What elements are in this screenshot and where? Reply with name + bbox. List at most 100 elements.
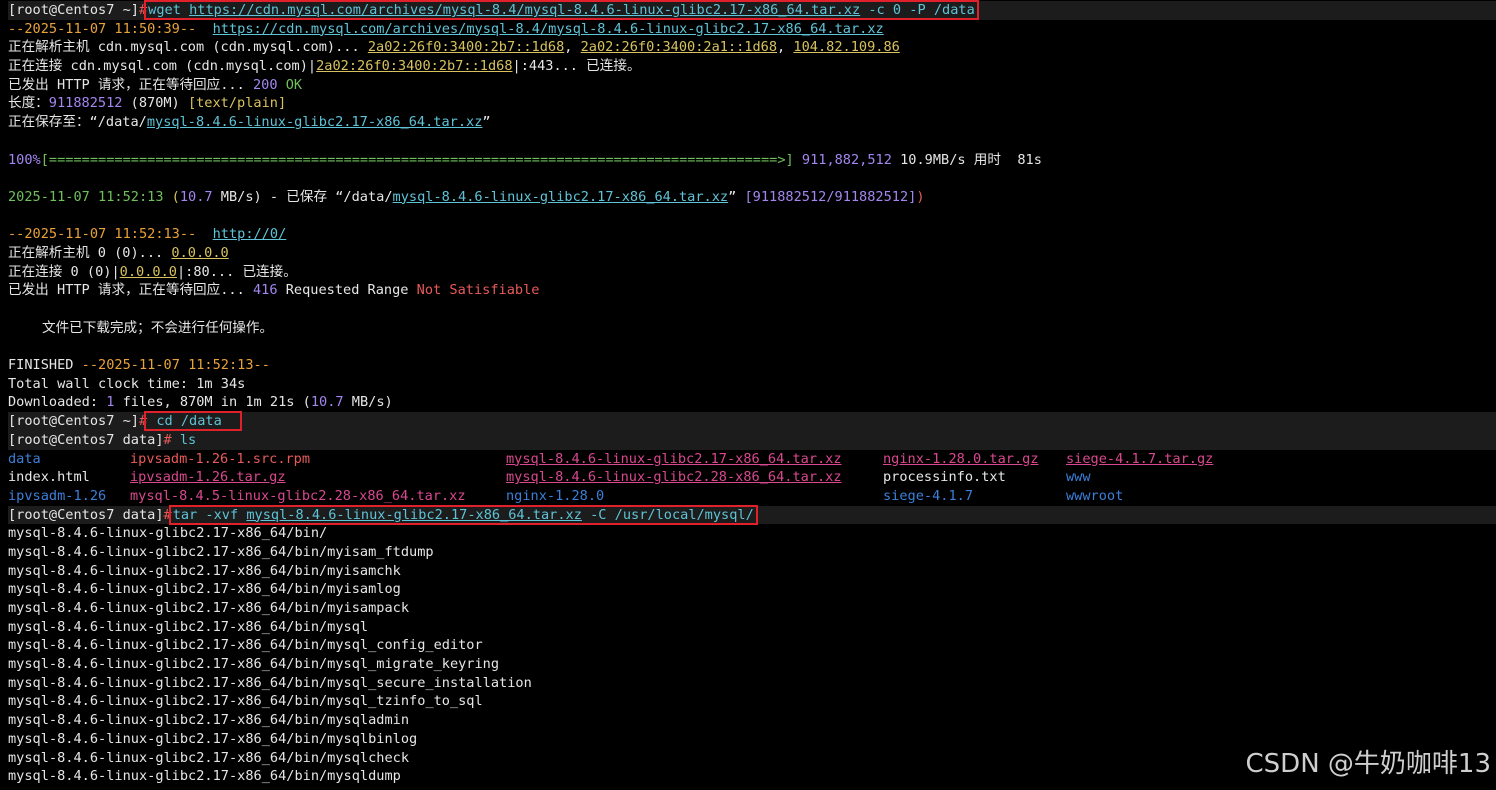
already-downloaded-text: 文件已下载完成；不会进行任何操作。 [42, 319, 274, 336]
ip-address[interactable]: 0.0.0.0 [171, 245, 228, 261]
tar-output-line: mysql-8.4.6-linux-glibc2.17-x86_64/bin/m… [8, 674, 532, 691]
rate-unit: MB/s) [343, 394, 393, 411]
quote: ” [482, 114, 491, 131]
archive-entry[interactable]: nginx-1.28.0.tar.gz [883, 450, 1066, 469]
port-text: |:443 [512, 58, 554, 75]
separator: , [777, 39, 794, 56]
terminal-output[interactable]: [root@Centos7 ~] # wget https://cdn.mysql.… [8, 0, 1496, 786]
tar-output-line: mysql-8.4.6-linux-glibc2.17-x86_64/bin/m… [8, 618, 369, 635]
ip-address[interactable]: 2a02:26f0:3400:2b7::1d68 [368, 39, 564, 55]
file-entry[interactable]: processinfo.txt [883, 468, 1066, 487]
archive-entry[interactable]: mysql-8.4.6-linux-glibc2.28-x86_64.tar.x… [506, 468, 883, 487]
ip-address[interactable]: 104.82.109.86 [793, 39, 899, 55]
resolve-text: 正在解析主机 0 (0)... [8, 244, 172, 261]
wget-command: wget [148, 2, 181, 18]
file-entry[interactable]: index.html [8, 468, 130, 487]
timestamp: --2025-11-07 11:52:13-- [81, 357, 270, 374]
ip-address[interactable]: 0.0.0.0 [120, 264, 177, 280]
separator: , [564, 39, 581, 56]
tar-output-line: mysql-8.4.6-linux-glibc2.17-x86_64/bin/m… [8, 581, 401, 598]
downloaded-label: Downloaded: [8, 394, 107, 411]
save-label: 正在保存至：“/data/ [8, 114, 147, 131]
content-type: [text/plain] [187, 95, 287, 112]
directory-entry[interactable]: nginx-1.28.0 [506, 487, 883, 506]
status-error: Not Satisfiable [416, 282, 540, 299]
directory-entry[interactable]: siege-4.1.7 [883, 487, 1066, 506]
archive-entry[interactable]: siege-4.1.7.tar.gz [1066, 450, 1236, 469]
ip-address[interactable]: 2a02:26f0:3400:2b7::1d68 [316, 58, 512, 74]
directory-entry[interactable]: wwwroot [1066, 487, 1236, 506]
paren: ) [916, 188, 925, 205]
downloaded-text: files, 870M in 1m 21s ( [114, 394, 311, 411]
file-link[interactable]: mysql-8.4.6-linux-glibc2.17-x86_64.tar.x… [147, 114, 483, 130]
paren: ( [163, 188, 180, 205]
tar-output-line: mysql-8.4.6-linux-glibc2.17-x86_64/bin/m… [8, 543, 434, 560]
status-code: 416 [252, 282, 278, 299]
quote: ” [728, 188, 745, 205]
length-value: 911882512 [48, 95, 123, 112]
finished-line: FINISHED --2025-11-07 11:52:13-- [8, 356, 1496, 375]
directory-entry[interactable]: www [1066, 468, 1236, 487]
connect-text: 正在连接 cdn.mysql.com (cdn.mysql.com)| [8, 58, 317, 75]
timestamp: --2025-11-07 11:52:13-- [8, 226, 197, 243]
output-line: 已发出 HTTP 请求，正在等待回应... 200 OK [8, 76, 1496, 95]
output-line: --2025-11-07 11:50:39-- https://cdn.mysq… [8, 20, 1496, 39]
tar-output-line: mysql-8.4.6-linux-glibc2.17-x86_64/bin/m… [8, 600, 410, 616]
prompt: [root@Centos7 data] [8, 506, 164, 523]
prompt-hash: # [163, 431, 172, 448]
tar-output-line: mysql-8.4.6-linux-glibc2.17-x86_64/bin/m… [8, 693, 483, 710]
progress-time: 81s [1000, 151, 1042, 168]
csdn-watermark: CSDN @牛奶咖啡13 [1245, 749, 1491, 779]
tar-command: tar -xvf [172, 506, 247, 523]
output-line: 正在连接 cdn.mysql.com (cdn.mysql.com)|2a02:… [8, 57, 1496, 76]
output-line: 正在解析主机 cdn.mysql.com (cdn.mysql.com)... … [8, 38, 1496, 57]
ls-row: data ipvsadm-1.26-1.src.rpm mysql-8.4.6-… [8, 450, 1496, 469]
archive-entry[interactable]: mysql-8.4.6-linux-glibc2.17-x86_64.tar.x… [506, 450, 883, 469]
output-line: 正在解析主机 0 (0)... 0.0.0.0 [8, 244, 1496, 263]
timestamp: --2025-11-07 11:50:39-- [8, 20, 197, 37]
command-line-cd: [root@Centos7 ~]# cd /data [8, 411, 1496, 432]
saved-text: - 已保存 “/data/ [261, 188, 393, 205]
progress-rate: 10.9MB/s [891, 151, 974, 168]
prompt: [root@Centos7 ~] [8, 413, 139, 430]
length-label: 长度： [8, 95, 49, 112]
wall-time-value: 1m 34s [196, 375, 246, 392]
archive-entry[interactable]: mysql-8.4.5-linux-glibc2.28-x86_64.tar.x… [130, 487, 506, 506]
output-line: 正在保存至：“/data/mysql-8.4.6-linux-glibc2.17… [8, 113, 1496, 132]
ls-row: index.html ipvsadm-1.26.tar.gz mysql-8.4… [8, 468, 1496, 487]
directory-entry[interactable]: data [8, 450, 130, 469]
output-line: 文件已下载完成；不会进行任何操作。 [8, 319, 1496, 338]
directory-entry[interactable]: ipvsadm-1.26 [8, 487, 130, 506]
connect-text: 正在连接 0 (0)| [8, 263, 120, 280]
file-link[interactable]: mysql-8.4.6-linux-glibc2.17-x86_64.tar.x… [246, 507, 582, 523]
url-link[interactable]: https://cdn.mysql.com/archives/mysql-8.4… [213, 21, 884, 37]
progress-time-label: 用时 [973, 151, 1001, 168]
wall-time-line: Total wall clock time: 1m 34s [8, 375, 1496, 394]
output-line: 正在连接 0 (0)|0.0.0.0|:80... 已连接。 [8, 263, 1496, 282]
connected-text: ... 已连接。 [553, 58, 641, 75]
highlight-box-cd: cd /data [144, 411, 243, 432]
prompt: [root@Centos7 data] [8, 431, 164, 448]
archive-entry[interactable]: ipvsadm-1.26-1.src.rpm [130, 450, 506, 469]
status-ok: OK [277, 76, 303, 93]
port-text: |:80 [176, 263, 210, 280]
command-line-ls: [root@Centos7 data]# ls [8, 430, 1496, 450]
tar-output-line: mysql-8.4.6-linux-glibc2.17-x86_64/bin/m… [8, 562, 401, 579]
highlight-box-wget: wget https://cdn.mysql.com/archives/mysq… [144, 0, 979, 20]
tar-output-line: mysql-8.4.6-linux-glibc2.17-x86_64/bin/ [8, 525, 328, 542]
saved-line: 2025-11-07 11:52:13 (10.7 MB/s) - 已保存 “/… [8, 188, 1496, 207]
tar-output-line: mysql-8.4.6-linux-glibc2.17-x86_64/bin/m… [8, 637, 483, 654]
tar-output-line: mysql-8.4.6-linux-glibc2.17-x86_64/bin/m… [8, 712, 410, 729]
byte-counts: [911882512/911882512] [744, 188, 917, 205]
length-size: (870M) [122, 95, 188, 112]
progress-bytes: 911,882,512 [793, 151, 892, 168]
highlight-box-tar: tar -xvf mysql-8.4.6-linux-glibc2.17-x86… [168, 504, 758, 525]
wget-url[interactable]: https://cdn.mysql.com/archives/mysql-8.4… [189, 2, 860, 18]
url-link[interactable]: http://0/ [213, 226, 287, 242]
file-link[interactable]: mysql-8.4.6-linux-glibc2.17-x86_64.tar.x… [393, 189, 729, 205]
ip-address[interactable]: 2a02:26f0:3400:2a1::1d68 [581, 39, 777, 55]
archive-entry[interactable]: ipvsadm-1.26.tar.gz [130, 468, 506, 487]
